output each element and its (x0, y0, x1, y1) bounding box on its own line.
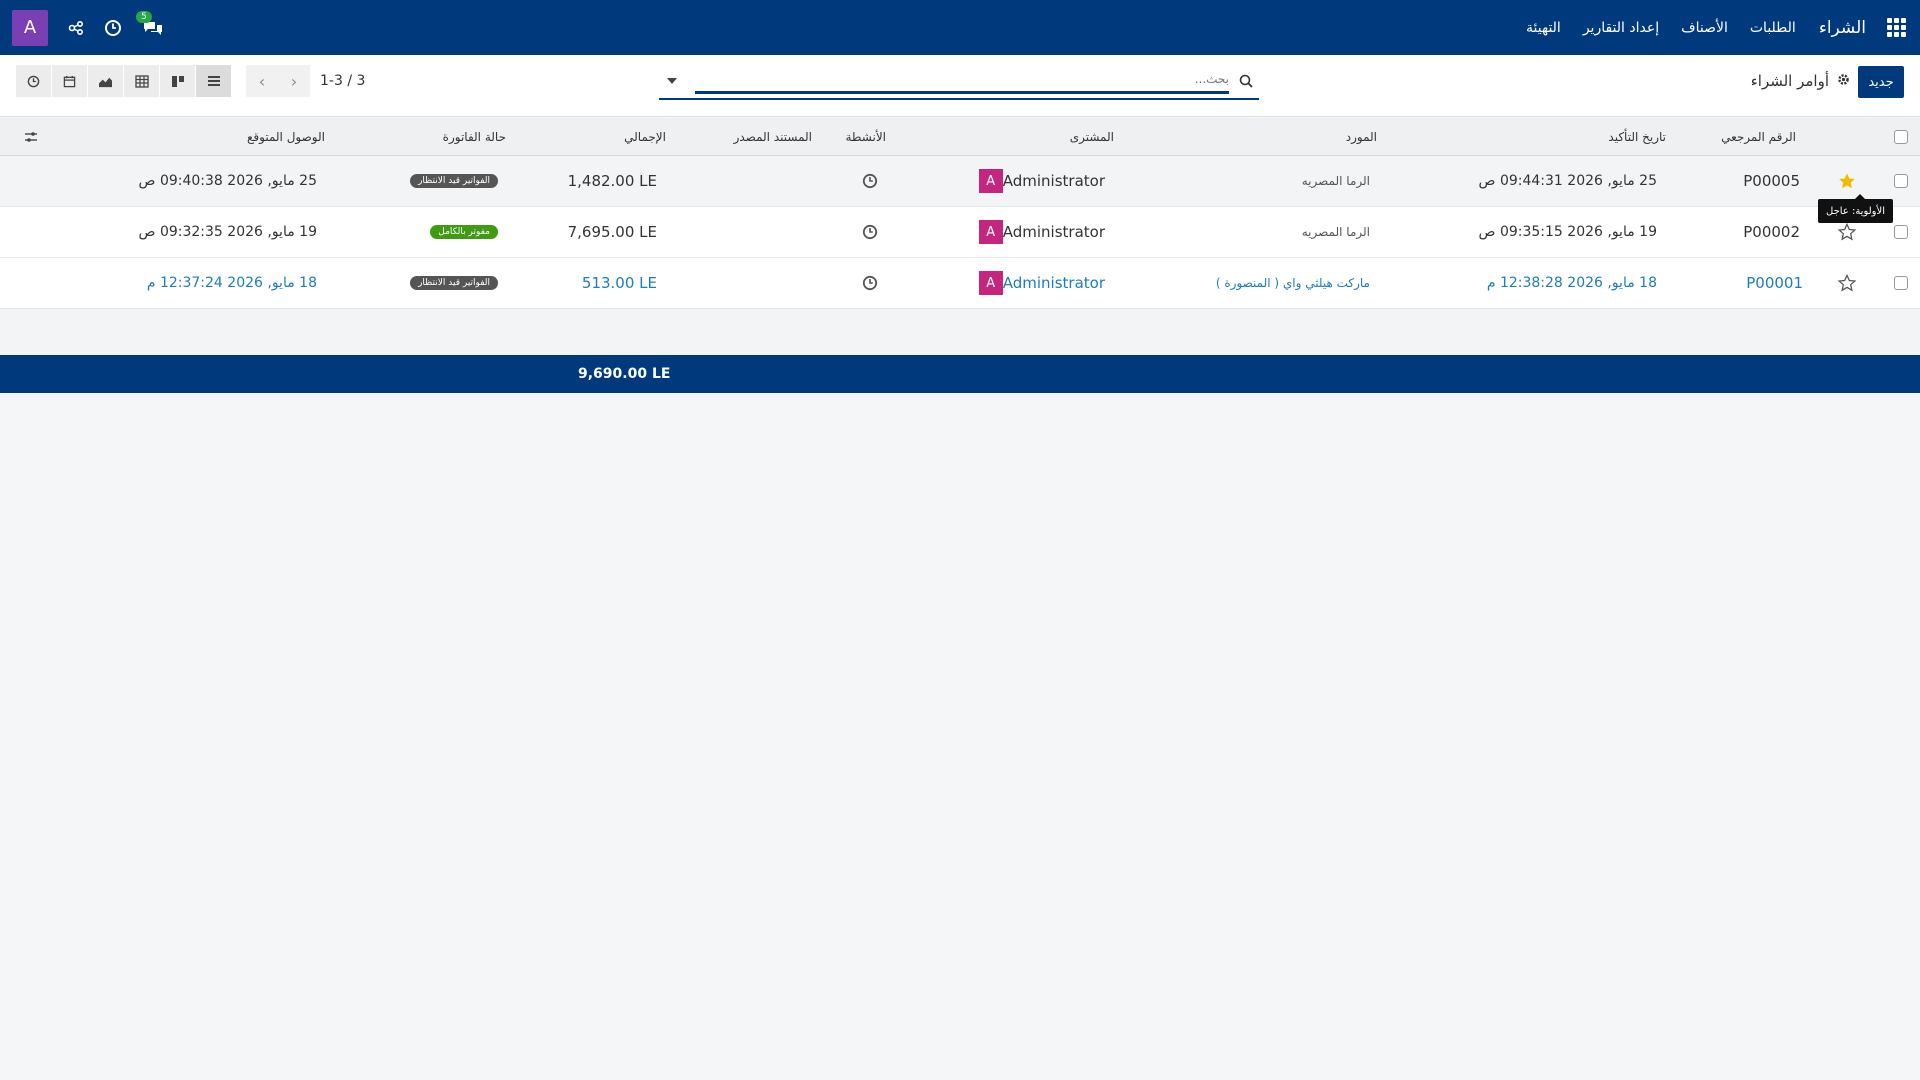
search-icon[interactable] (1239, 74, 1253, 92)
row-reference: P00002 (1743, 223, 1800, 241)
menu-products[interactable]: الأصناف (1670, 20, 1739, 36)
row-buyer: A Administrator (974, 207, 1105, 257)
header-source[interactable]: المستند المصدر (734, 118, 812, 155)
table-spacer (0, 309, 1920, 355)
row-confirm-date: 19 مايو, 2026 09:35:15 ص (1478, 224, 1657, 240)
buyer-avatar: A (978, 169, 1003, 193)
app-brand[interactable]: الشراء (1807, 18, 1872, 38)
buyer-name: Administrator (1002, 274, 1105, 292)
header-vendor[interactable]: المورد (1346, 118, 1377, 155)
kanban-view-icon[interactable] (160, 65, 195, 97)
apps-menu-icon[interactable] (1872, 0, 1920, 55)
row-total: 513.00 LE (581, 274, 657, 292)
new-button[interactable]: جديد (1858, 66, 1904, 98)
table-row[interactable]: P00005 25 مايو, 2026 09:44:31 ص الرما ال… (0, 156, 1920, 207)
invoice-status-badge: الفواتير قيد الانتظار (410, 156, 498, 206)
row-confirm-date: 18 مايو, 2026 12:38:28 م (1486, 275, 1657, 291)
user-avatar[interactable]: A (12, 9, 48, 46)
row-vendor: الرما المصريه (1301, 174, 1370, 188)
row-checkbox[interactable] (1894, 258, 1908, 308)
calendar-view-icon[interactable] (52, 65, 87, 97)
table-row[interactable]: P00001 18 مايو, 2026 12:38:28 م ماركت هي… (0, 258, 1920, 309)
header-total[interactable]: الإجمالي (624, 118, 666, 155)
row-expected-arrival: 19 مايو, 2026 09:32:35 ص (138, 224, 317, 240)
search-facet-bar (695, 91, 1229, 94)
optional-columns-icon[interactable] (24, 118, 38, 155)
row-total: 1,482.00 LE (567, 172, 657, 190)
search-bar (659, 68, 1259, 100)
row-expected-arrival: 18 مايو, 2026 12:37:24 م (146, 275, 317, 291)
row-expected-arrival: 25 مايو, 2026 09:40:38 ص (138, 173, 317, 189)
invoice-status-badge: مفوتر بالكامل (430, 207, 498, 257)
row-reference: P00001 (1746, 274, 1803, 292)
menu-configuration[interactable]: التهيئة (1515, 20, 1572, 36)
priority-tooltip: الأولوية: عاجل (1818, 194, 1893, 223)
search-input[interactable] (829, 72, 1229, 86)
buyer-name: Administrator (1002, 223, 1105, 241)
row-reference: P00005 (1743, 172, 1800, 190)
pager-next-icon[interactable]: › (278, 65, 310, 97)
buyer-avatar: A (978, 220, 1003, 244)
header-reference[interactable]: الرقم المرجعي (1721, 118, 1796, 155)
control-panel: جديد أوامر الشراء ‹ › 1-3 / 3 (0, 55, 1920, 117)
priority-star-icon[interactable] (1838, 258, 1856, 308)
row-vendor: ماركت هيلثي واي ( المنصورة ) (1215, 276, 1370, 290)
menu-orders[interactable]: الطلبات (1739, 20, 1807, 36)
messages-count-badge: 5 (136, 10, 152, 23)
header-invoice-status[interactable]: حالة الفاتورة (443, 118, 506, 155)
menu-reporting[interactable]: إعداد التقارير (1572, 20, 1670, 36)
activity-view-icon[interactable] (16, 65, 51, 97)
row-confirm-date: 25 مايو, 2026 09:44:31 ص (1478, 173, 1657, 189)
activity-clock-icon[interactable] (862, 258, 878, 308)
row-checkbox[interactable] (1894, 207, 1908, 257)
grand-total: 9,690.00 LE (578, 366, 671, 382)
header-buyer[interactable]: المشترى (1070, 118, 1114, 155)
breadcrumb: أوامر الشراء (1751, 72, 1850, 90)
row-vendor: الرما المصريه (1301, 225, 1370, 239)
table-footer: 9,690.00 LE (0, 355, 1920, 393)
activity-clock-icon[interactable] (862, 207, 878, 257)
list-view-icon[interactable] (196, 65, 231, 97)
search-options-caret-icon[interactable] (667, 78, 677, 84)
table-header: الرقم المرجعي تاريخ التأكيد المورد المشت… (0, 118, 1920, 156)
row-buyer: A Administrator (974, 258, 1105, 308)
row-buyer: A Administrator (974, 156, 1105, 206)
invoice-status-badge: الفواتير قيد الانتظار (410, 258, 498, 308)
header-activities[interactable]: الأنشطة (846, 118, 887, 155)
buyer-avatar: A (978, 271, 1003, 295)
activity-clock-icon[interactable] (104, 19, 122, 37)
messages-icon[interactable]: 5 (136, 10, 164, 37)
header-confirm-date[interactable]: تاريخ التأكيد (1608, 118, 1666, 155)
pager-value[interactable]: 1-3 / 3 (320, 73, 365, 89)
select-all-checkbox[interactable] (1894, 118, 1908, 155)
main-navbar: الشراء الطلبات الأصناف إعداد التقارير ال… (0, 0, 1920, 55)
pager-prev-icon[interactable]: ‹ (246, 65, 278, 97)
gear-icon[interactable] (1837, 72, 1850, 90)
purchase-orders-table: الرقم المرجعي تاريخ التأكيد المورد المشت… (0, 118, 1920, 393)
debug-icon[interactable] (68, 20, 84, 36)
header-expected-arrival[interactable]: الوصول المتوقع (247, 118, 325, 155)
row-checkbox[interactable] (1894, 156, 1908, 206)
row-total: 7,695.00 LE (567, 223, 657, 241)
table-row[interactable]: P00002 19 مايو, 2026 09:35:15 ص الرما ال… (0, 207, 1920, 258)
view-switcher (16, 65, 232, 97)
graph-view-icon[interactable] (88, 65, 123, 97)
pivot-view-icon[interactable] (124, 65, 159, 97)
page-title: أوامر الشراء (1750, 72, 1829, 90)
buyer-name: Administrator (1002, 172, 1105, 190)
pager: ‹ › 1-3 / 3 (246, 65, 365, 97)
activity-clock-icon[interactable] (862, 156, 878, 206)
